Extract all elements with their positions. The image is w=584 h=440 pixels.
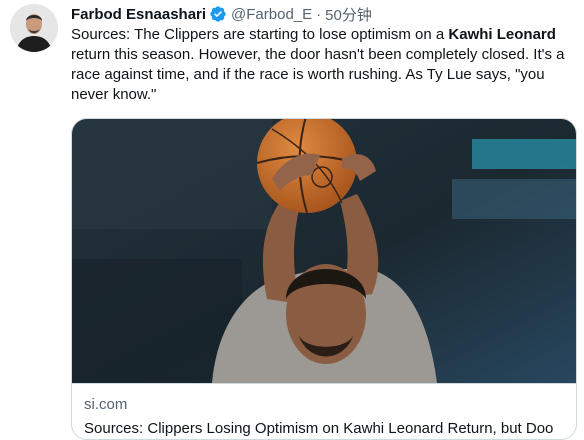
card-footer[interactable]: si.com Sources: Clippers Losing Optimism…: [72, 383, 576, 439]
link-card[interactable]: si.com Sources: Clippers Losing Optimism…: [71, 118, 577, 440]
tweet-text-start: Sources: The Clippers are starting to lo…: [71, 26, 449, 43]
author-name[interactable]: Farbod Esnaashari: [71, 6, 206, 23]
tweet-text-bold-name: Kawhi Leonard: [448, 26, 556, 43]
card-domain: si.com: [84, 396, 128, 413]
author-handle[interactable]: @Farbod_E: [231, 6, 312, 23]
tweet-text: Sources: The Clippers are starting to lo…: [71, 25, 581, 105]
author-avatar[interactable]: [10, 4, 58, 52]
tweet-text-end: return this season. However, the door ha…: [71, 46, 565, 103]
separator-dot: ·: [316, 5, 322, 23]
verified-badge-icon: [209, 5, 227, 23]
tweet-header: Farbod Esnaashari @Farbod_E · 50分钟: [71, 4, 372, 24]
card-image[interactable]: [72, 119, 576, 383]
timestamp[interactable]: 50分钟: [325, 4, 372, 25]
